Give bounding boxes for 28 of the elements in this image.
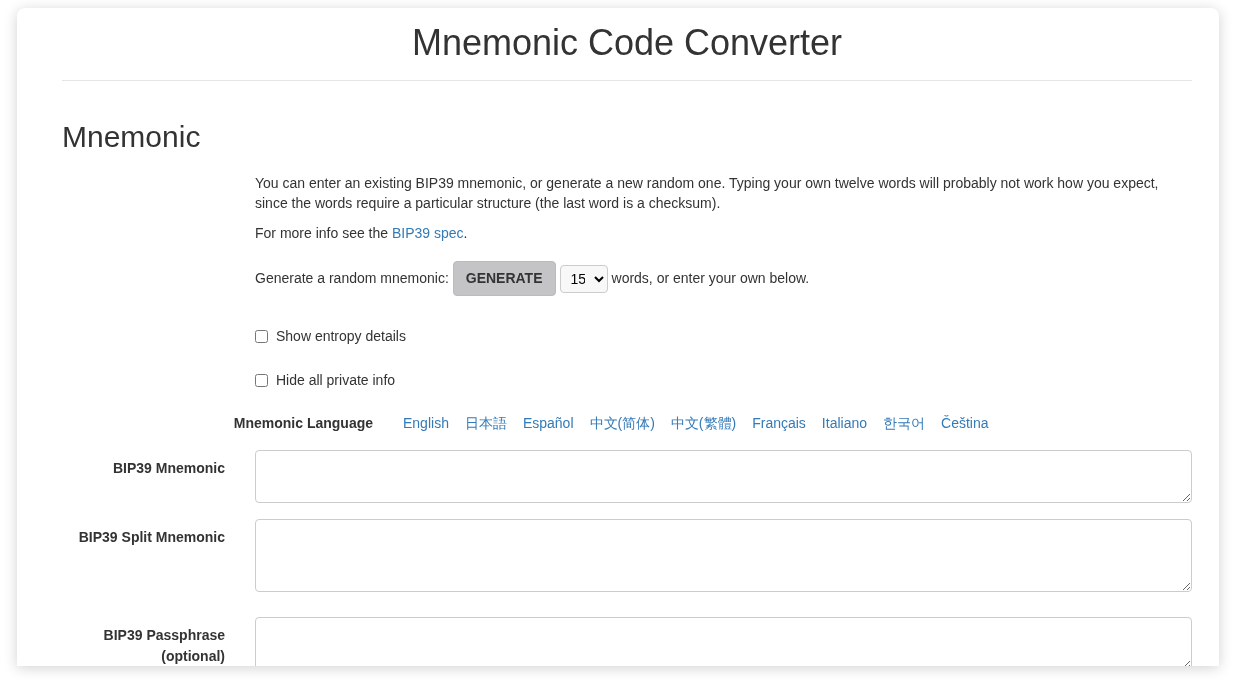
text-area[interactable] bbox=[255, 450, 1192, 503]
field-label: BIP39 Passphrase (optional) bbox=[102, 626, 225, 666]
text-area[interactable] bbox=[255, 617, 1192, 666]
section-heading: Mnemonic bbox=[62, 119, 202, 155]
generate-suffix: words, or enter your own below. bbox=[611, 269, 810, 288]
checkbox-label: Show entropy details bbox=[276, 327, 406, 346]
field-label: BIP39 Split Mnemonic bbox=[77, 528, 225, 547]
spec-link[interactable]: BIP39 spec bbox=[391, 225, 464, 241]
checkbox[interactable] bbox=[255, 330, 268, 343]
language-link[interactable]: 한국어 bbox=[883, 413, 925, 434]
checkbox[interactable] bbox=[255, 374, 268, 387]
language-link[interactable]: English bbox=[403, 413, 449, 434]
language-link[interactable]: 日本語 bbox=[464, 413, 507, 434]
generate-button[interactable]: GENERATE bbox=[452, 261, 556, 296]
language-link[interactable]: Français bbox=[752, 413, 806, 434]
field-label: Mnemonic Language bbox=[232, 414, 373, 433]
language-link[interactable]: 中文(繁體) bbox=[670, 413, 737, 434]
language-link[interactable]: Čeština bbox=[941, 413, 989, 434]
language-link[interactable]: Italiano bbox=[821, 413, 867, 434]
info-sentence: For more info see the BIP39 spec. bbox=[255, 224, 469, 243]
page-title: Mnemonic Code Converter bbox=[410, 22, 844, 64]
text-area[interactable] bbox=[255, 519, 1192, 592]
language-link[interactable]: Español bbox=[522, 413, 574, 434]
language-link[interactable]: 中文(简体) bbox=[589, 413, 655, 434]
intro-paragraph: You can enter an existing BIP39 mnemonic, or generate a new random one. Typing your own twelve words will probably not work how you expect, since the words require a particular structure (the last word is a checksum). bbox=[255, 174, 1160, 213]
generate-label: Generate a random mnemonic: bbox=[255, 269, 449, 288]
field-label: BIP39 Mnemonic bbox=[111, 459, 225, 478]
checkbox-label: Hide all private info bbox=[276, 371, 396, 390]
